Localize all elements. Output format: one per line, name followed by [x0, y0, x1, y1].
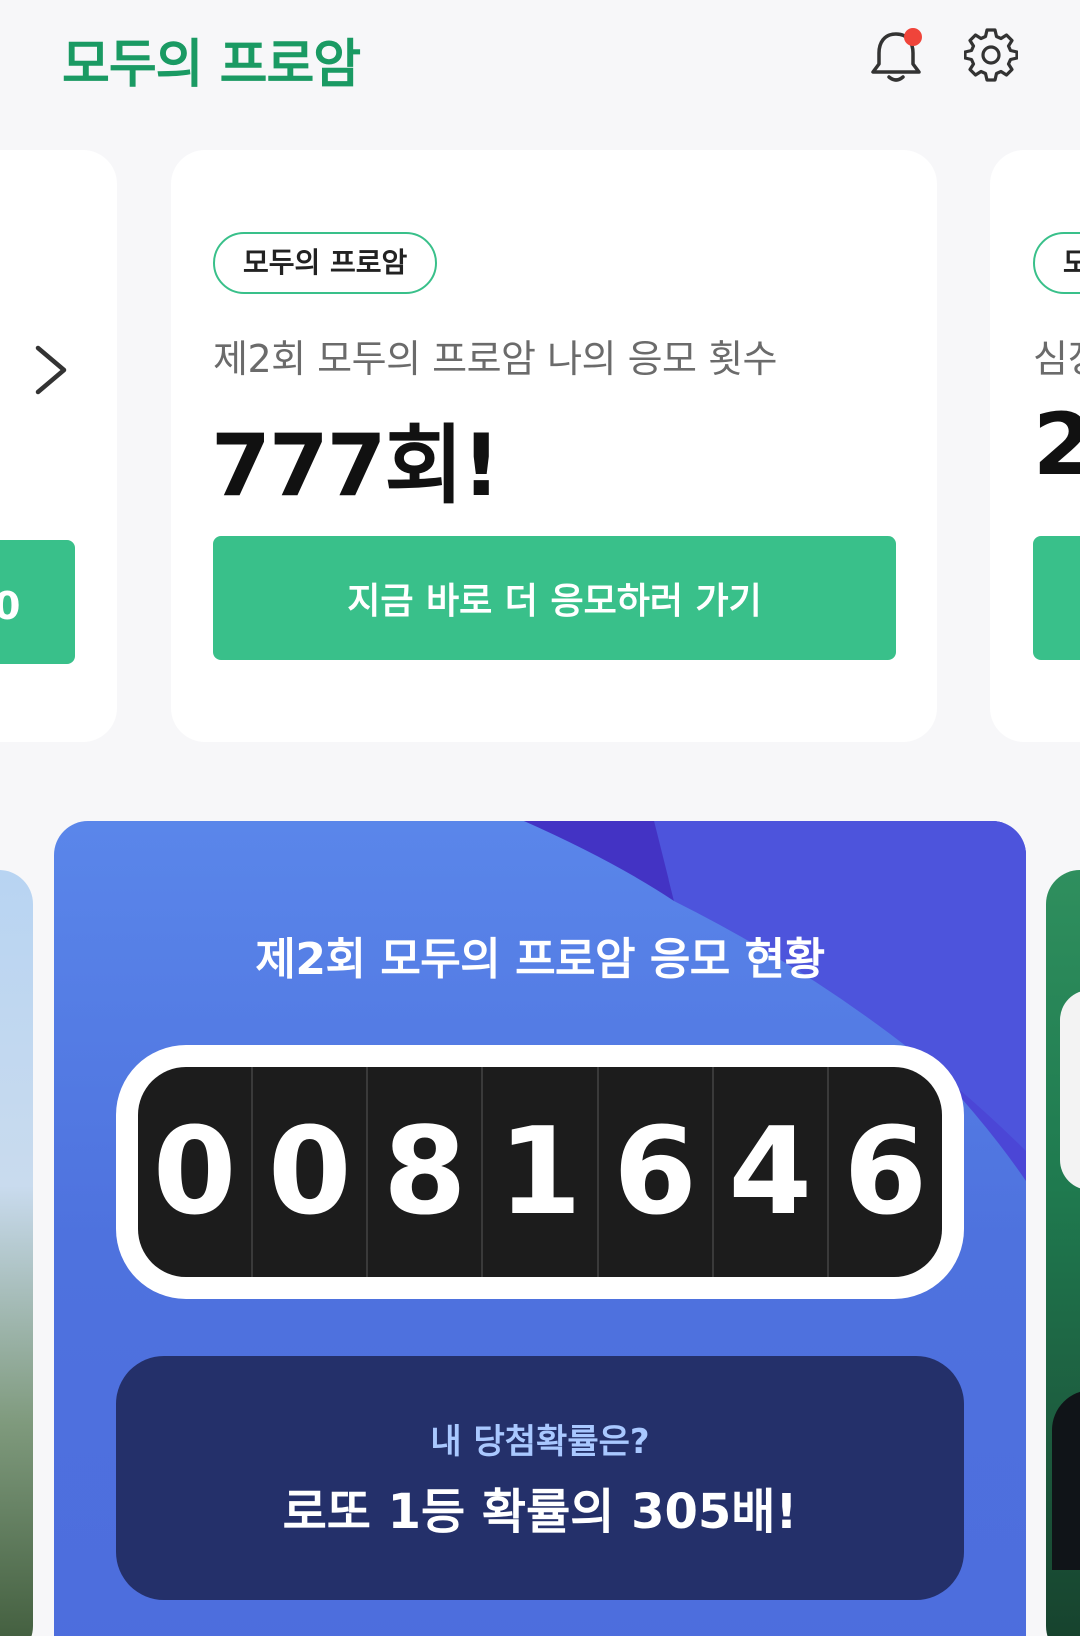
next-card-button[interactable] [1033, 536, 1080, 660]
counter-digit: 0 [253, 1067, 369, 1277]
top-bar: 모두의 프로암 [0, 0, 1080, 120]
next-card-count: 2 [1033, 395, 1080, 495]
entry-counter: 0 0 8 1 6 4 6 [116, 1045, 964, 1299]
notification-button[interactable] [868, 26, 924, 86]
panel-title: 제2회 모두의 프로암 응모 현황 [255, 934, 825, 985]
counter-digits: 0 0 8 1 6 4 6 [138, 1067, 942, 1277]
chevron-right-icon[interactable] [30, 340, 74, 400]
counter-digit: 8 [368, 1067, 484, 1277]
next-card-subtitle: 심장 [1033, 337, 1080, 381]
photo-figure-hair [1052, 1390, 1080, 1570]
odds-question: 내 당첨확률은? [430, 1422, 650, 1462]
counter-digit: 0 [138, 1067, 254, 1277]
counter-digit: 6 [599, 1067, 714, 1277]
logo-text: 모두의 프로암 [62, 35, 361, 95]
settings-button[interactable] [963, 28, 1019, 82]
entry-count: 777회! [211, 416, 501, 516]
counter-digit: 6 [843, 1102, 928, 1242]
gear-icon [963, 28, 1019, 82]
next-banner-photo[interactable] [1046, 870, 1080, 1636]
counter-digit: 4 [714, 1067, 829, 1277]
enter-more-button[interactable]: 지금 바로 더 응모하러 가기 [213, 536, 896, 660]
notification-dot [904, 28, 922, 46]
prev-card-button-fragment: 0 [0, 584, 21, 628]
prev-banner-photo[interactable] [0, 870, 33, 1636]
entry-status-panel: 제2회 모두의 프로암 응모 현황 0 0 8 1 6 4 6 내 당첨확률은?… [54, 821, 1026, 1636]
counter-digit: 1 [483, 1067, 599, 1277]
photo-figure-shirt [1060, 990, 1080, 1190]
card-subtitle: 제2회 모두의 프로암 나의 응모 횟수 [213, 337, 778, 381]
card-badge: 모두의 프로암 [213, 232, 438, 294]
winning-odds-box: 내 당첨확률은? 로또 1등 확률의 305배! [116, 1356, 964, 1600]
odds-answer: 로또 1등 확률의 305배! [282, 1484, 798, 1540]
app-screen: 모두의 프로암 0 모두의 프로암 제2회 모두의 프로암 나의 응모 횟수 7… [0, 0, 1080, 1636]
app-logo: 모두의 프로암 [62, 22, 361, 97]
